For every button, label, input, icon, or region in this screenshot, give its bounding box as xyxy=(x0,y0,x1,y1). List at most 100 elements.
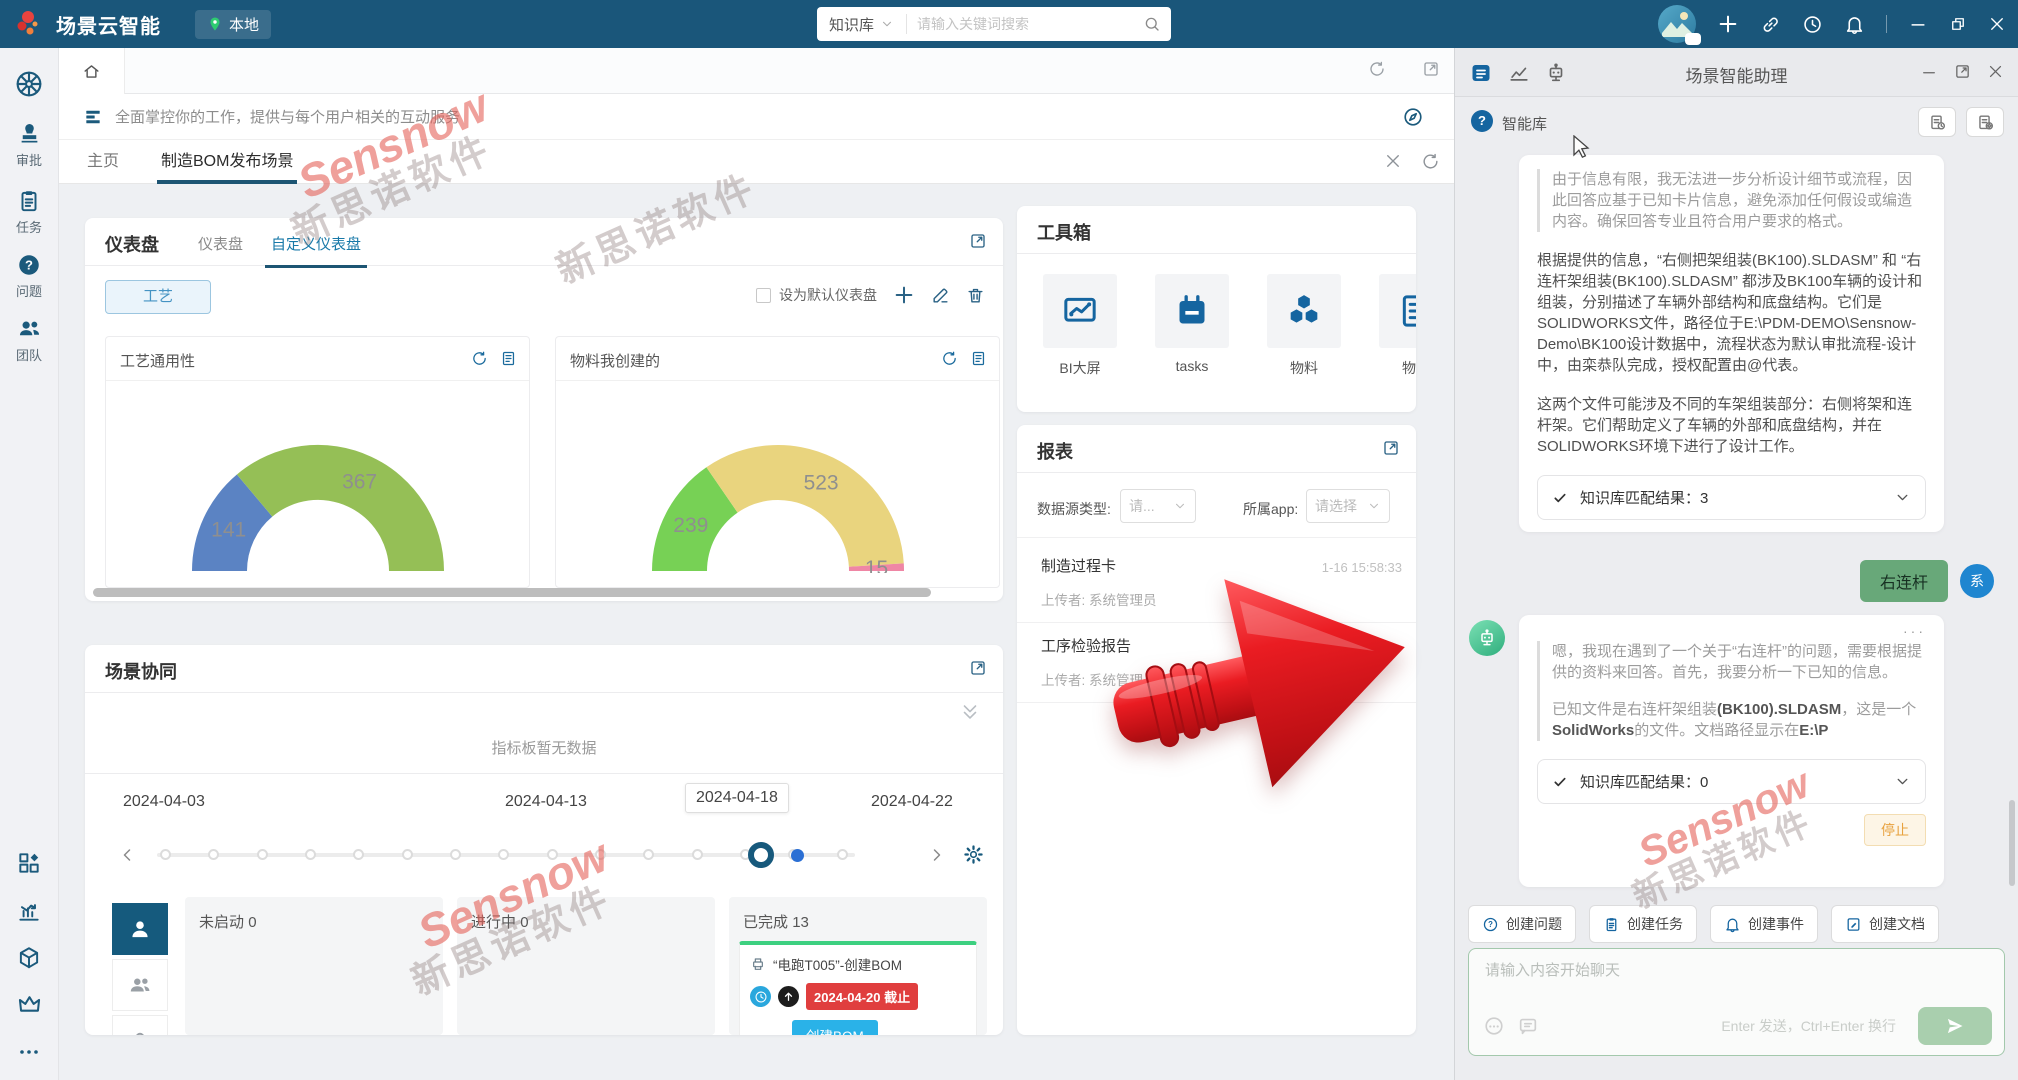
plus-icon[interactable] xyxy=(1717,13,1739,35)
sidebar-item-more[interactable] xyxy=(0,1040,58,1064)
toolbox-item-material-2[interactable]: 物料 xyxy=(1379,274,1416,378)
member-avatar-group[interactable] xyxy=(112,959,168,1011)
chat-input[interactable] xyxy=(1485,959,1988,1009)
close-panel-icon[interactable] xyxy=(1987,63,2004,80)
tab-dashboard[interactable]: 仪表盘 xyxy=(198,233,243,254)
user-avatar-badge[interactable]: 系 xyxy=(1960,564,1994,598)
expand-icon[interactable] xyxy=(1382,439,1400,457)
create-task-button[interactable]: 创建任务 xyxy=(1589,905,1697,943)
member-avatar-selected[interactable] xyxy=(112,903,168,955)
question-circle-icon xyxy=(16,252,42,278)
chevron-down-icon xyxy=(1367,499,1381,513)
timeline-date-selected[interactable]: 2024-04-18 xyxy=(685,783,789,813)
empty-indicator-text: 指标板暂无数据 xyxy=(85,737,1003,758)
sidebar-item-apps[interactable] xyxy=(0,850,58,876)
process-group-button[interactable]: 工艺 xyxy=(105,280,211,314)
search-input[interactable] xyxy=(907,16,1143,32)
timeline-current-dot[interactable] xyxy=(791,849,804,862)
sidebar-item-team[interactable]: 团队 xyxy=(0,315,58,364)
close-tab-icon[interactable] xyxy=(1384,152,1402,170)
sidebar-item-premium[interactable] xyxy=(0,991,58,1018)
assistant-message-1: 由于信息有限，我无法进一步分析设计细节或流程，因此回答应基于已知卡片信息，避免添… xyxy=(1519,155,1944,532)
chevron-left-icon[interactable] xyxy=(117,845,137,865)
compass-icon[interactable] xyxy=(1402,106,1424,128)
create-doc-button[interactable]: 创建文档 xyxy=(1831,905,1939,943)
sidebar-item-label: 审批 xyxy=(0,150,58,169)
document-icon[interactable] xyxy=(970,350,987,367)
timeline-date[interactable]: 2024-04-03 xyxy=(123,793,205,811)
minimize-panel-icon[interactable] xyxy=(1920,63,1938,81)
tab-bom-scene[interactable]: 制造BOM发布场景 xyxy=(161,140,293,184)
document-icon[interactable] xyxy=(500,350,517,367)
search-category-value: 知识库 xyxy=(829,14,874,35)
timeline-dots[interactable] xyxy=(160,849,848,860)
search-category-select[interactable]: 知识库 xyxy=(817,14,906,35)
comment-icon[interactable] xyxy=(1517,1015,1539,1037)
create-issue-button[interactable]: 创建问题 xyxy=(1468,905,1576,943)
tab-home[interactable]: 主页 xyxy=(87,140,119,184)
toolbox-item-material[interactable]: 物料 xyxy=(1267,274,1341,378)
link-icon[interactable] xyxy=(1760,14,1781,35)
horizontal-scrollbar[interactable] xyxy=(93,588,931,597)
minimize-icon[interactable] xyxy=(1908,14,1928,34)
default-dashboard-checkbox[interactable] xyxy=(756,288,771,303)
toolbox-item-tasks[interactable]: tasks xyxy=(1155,274,1229,374)
expand-icon[interactable] xyxy=(969,232,987,250)
trash-icon[interactable] xyxy=(966,286,985,305)
double-chevron-down-icon[interactable] xyxy=(959,701,981,723)
add-chart-icon[interactable] xyxy=(893,284,915,306)
location-badge[interactable]: 本地 xyxy=(195,10,271,39)
task-card[interactable]: “电跑T005”-创建BOM 2024-04-20 截止 创建BOM xyxy=(739,941,977,1035)
timeline-track[interactable] xyxy=(115,841,973,869)
refresh-tab-icon[interactable] xyxy=(1421,152,1440,171)
sidebar-logo-wheel[interactable] xyxy=(0,68,58,100)
open-external-icon[interactable] xyxy=(1422,60,1440,78)
user-avatar[interactable] xyxy=(1658,5,1696,43)
panel-scrollbar[interactable] xyxy=(2009,800,2015,886)
sidebar-item-analytics[interactable] xyxy=(0,898,58,924)
send-button[interactable] xyxy=(1918,1007,1992,1045)
gear-icon[interactable] xyxy=(963,844,984,865)
timeline-date[interactable]: 2024-04-22 xyxy=(871,793,953,811)
notification-bell-icon[interactable] xyxy=(1844,14,1865,35)
tab-custom-dashboard[interactable]: 自定义仪表盘 xyxy=(271,233,361,254)
open-window-icon[interactable] xyxy=(1954,63,1971,80)
refresh-icon[interactable] xyxy=(471,350,488,367)
sidebar-item-3d[interactable] xyxy=(0,945,58,971)
search-icon[interactable] xyxy=(1143,15,1161,33)
svg-text:239: 239 xyxy=(673,514,708,537)
member-avatar[interactable] xyxy=(112,1015,168,1035)
home-tab[interactable] xyxy=(59,48,125,94)
expand-icon[interactable] xyxy=(969,659,987,677)
chevron-right-icon[interactable] xyxy=(927,845,947,865)
app-grid-icon xyxy=(16,850,42,876)
restore-window-icon[interactable] xyxy=(1949,15,1967,33)
refresh-icon[interactable] xyxy=(941,350,958,367)
doc-settings-button[interactable] xyxy=(1966,107,2004,137)
sidebar-item-tasks[interactable]: 任务 xyxy=(0,188,58,236)
sidebar: 审批 任务 问题 团队 xyxy=(0,48,59,1080)
app-select[interactable]: 请选择 xyxy=(1306,489,1390,523)
edit-pencil-icon[interactable] xyxy=(931,286,950,305)
doc-history-button[interactable] xyxy=(1918,107,1956,137)
sidebar-item-issues[interactable]: 问题 xyxy=(0,252,58,300)
create-event-button[interactable]: 创建事件 xyxy=(1710,905,1818,943)
stop-button[interactable]: 停止 xyxy=(1864,814,1926,846)
smiley-icon[interactable] xyxy=(1483,1015,1505,1037)
timeline-selected-ring[interactable] xyxy=(748,842,774,868)
message-menu-dots[interactable]: ··· xyxy=(1537,623,1926,639)
toolbox-item-bi[interactable]: BI大屏 xyxy=(1043,274,1117,378)
kb-match-collapsible[interactable]: 知识库匹配结果：3 xyxy=(1537,475,1926,520)
refresh-icon[interactable] xyxy=(1368,60,1386,78)
kb-match-collapsible[interactable]: 知识库匹配结果：0 xyxy=(1537,759,1926,804)
clipboard-icon xyxy=(16,188,42,214)
global-search[interactable]: 知识库 xyxy=(817,7,1171,41)
create-bom-button[interactable]: 创建BOM xyxy=(792,1020,878,1035)
timeline-date[interactable]: 2024-04-13 xyxy=(505,793,587,811)
select-value: 请选择 xyxy=(1315,496,1357,516)
chevron-down-icon xyxy=(1894,773,1911,790)
history-clock-icon[interactable] xyxy=(1802,14,1823,35)
sidebar-item-approval[interactable]: 审批 xyxy=(0,120,58,169)
close-icon[interactable] xyxy=(1988,15,2006,33)
datasource-select[interactable]: 请... xyxy=(1120,489,1196,523)
